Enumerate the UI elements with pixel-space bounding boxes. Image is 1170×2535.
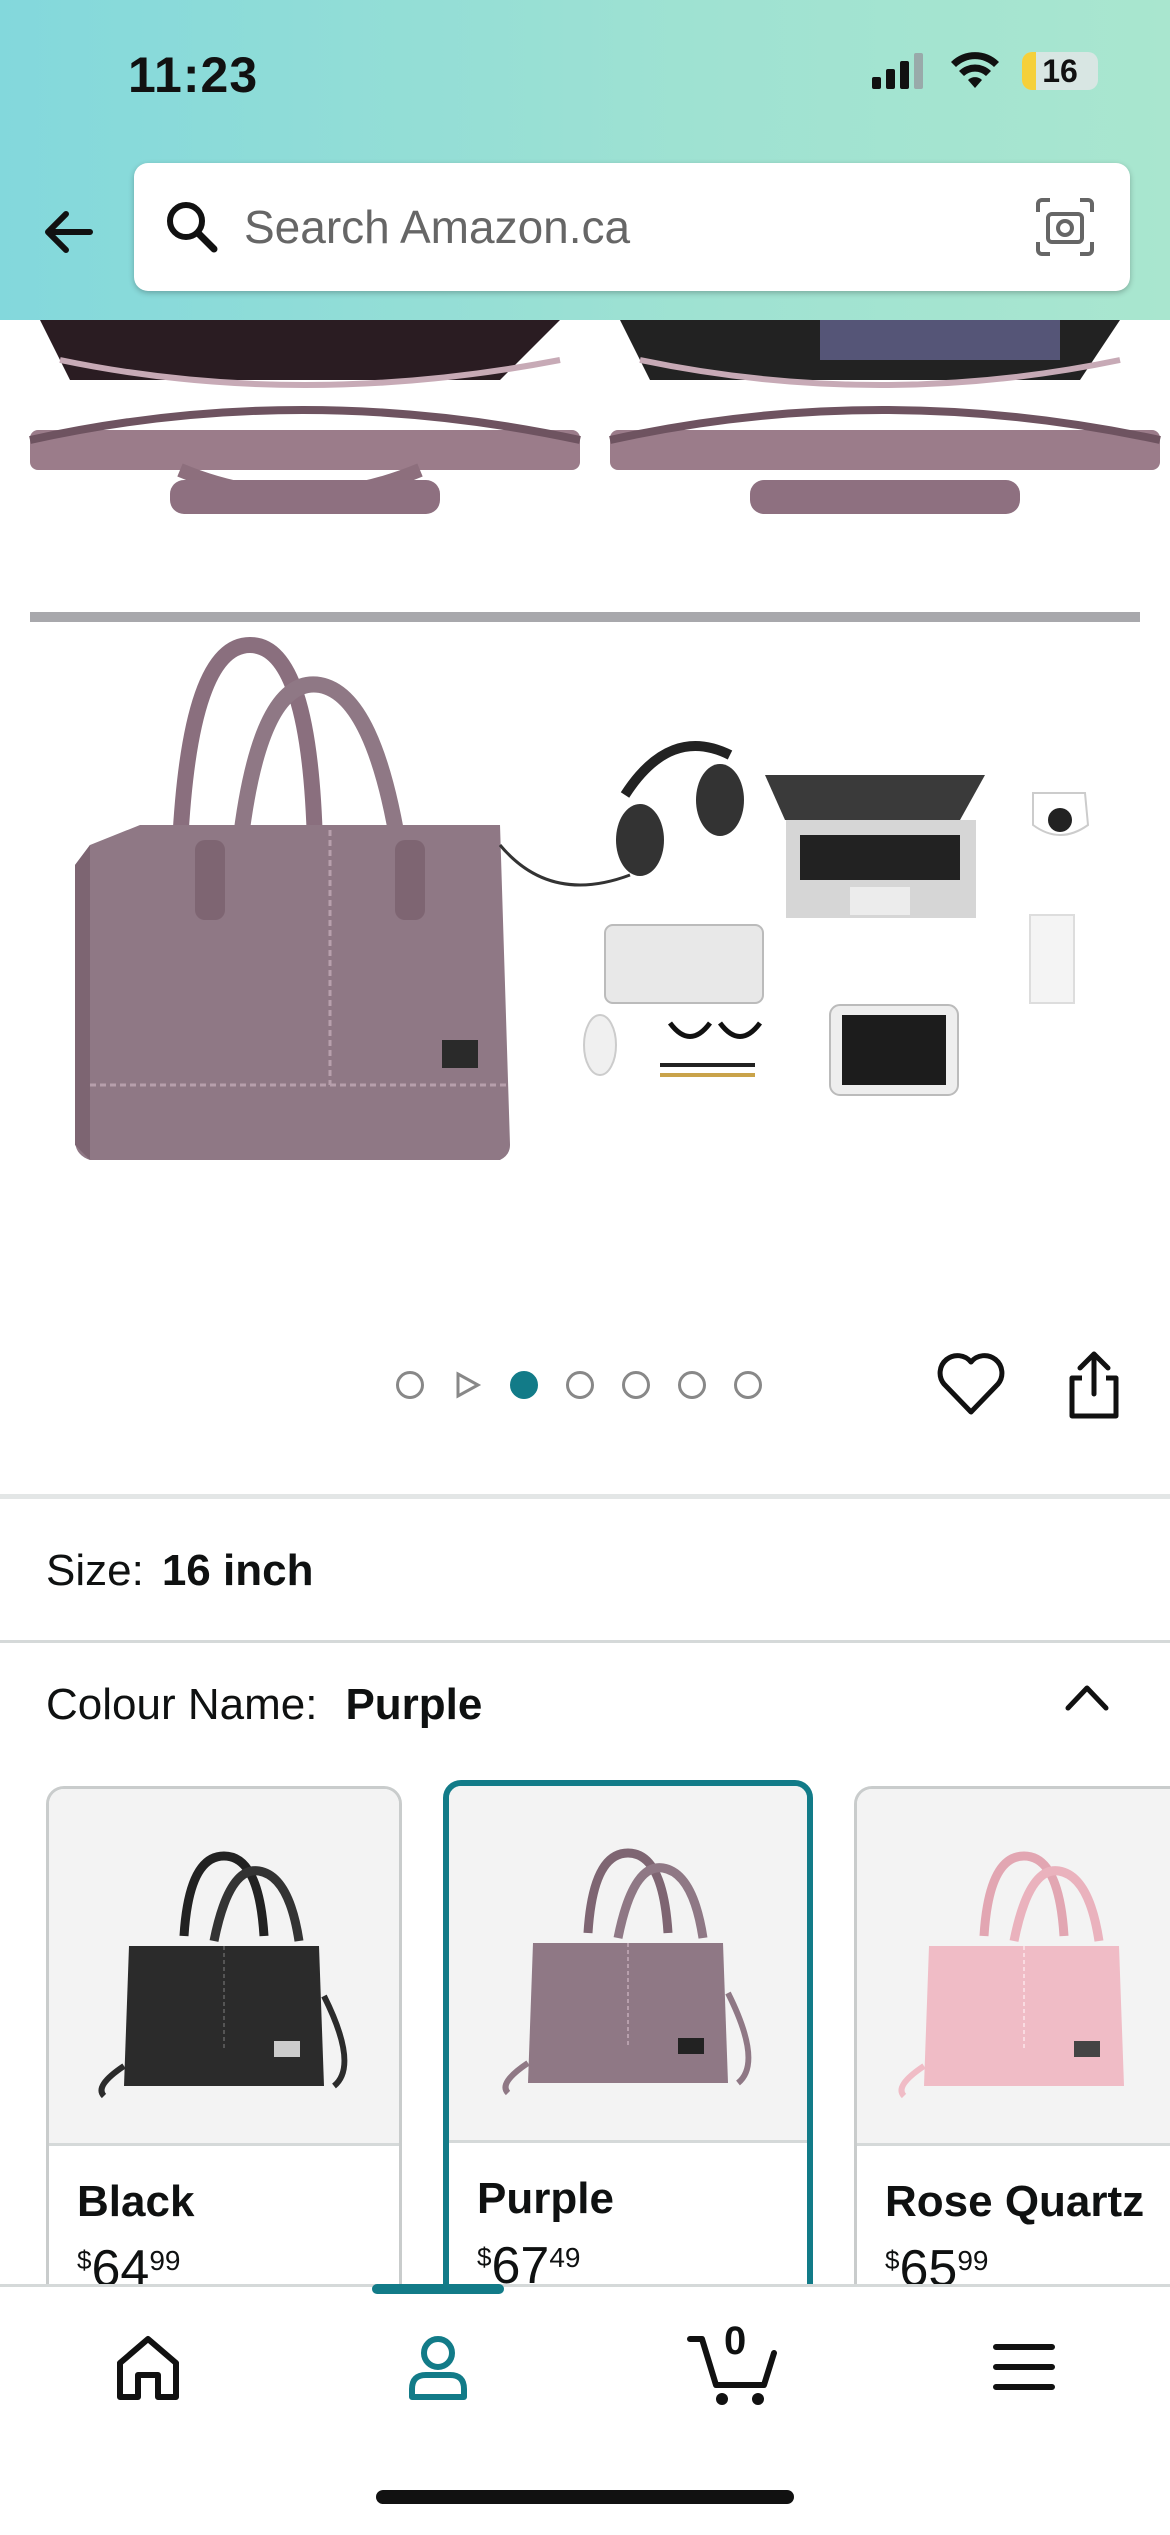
account-icon[interactable] <box>398 2327 478 2407</box>
section-divider <box>0 1640 1170 1643</box>
carousel-dots[interactable] <box>396 1370 762 1400</box>
carousel-dot[interactable] <box>622 1371 650 1399</box>
carousel-dot[interactable] <box>734 1371 762 1399</box>
carousel-dot[interactable] <box>566 1371 594 1399</box>
home-icon[interactable] <box>108 2327 188 2407</box>
wishlist-heart-icon[interactable] <box>936 1352 1006 1418</box>
search-icon <box>167 202 218 253</box>
search-bar[interactable] <box>134 163 1130 291</box>
video-play-icon[interactable] <box>452 1370 482 1400</box>
swatch-name: Rose Quartz <box>885 2177 1145 2226</box>
search-input[interactable] <box>242 199 1034 255</box>
cart-button[interactable]: 0 <box>686 2319 782 2409</box>
share-icon[interactable] <box>1062 1350 1126 1422</box>
swatch-image <box>857 1789 1170 2146</box>
camera-scan-icon[interactable] <box>1034 196 1096 258</box>
back-arrow-icon[interactable] <box>36 200 100 264</box>
colour-selector-header: Colour Name: Purple <box>46 1680 482 1730</box>
battery-indicator: 16 <box>1022 52 1098 90</box>
image-divider <box>30 612 1140 622</box>
carousel-dot-active[interactable] <box>510 1371 538 1399</box>
swatch-image <box>49 1789 399 2146</box>
status-time: 11:23 <box>128 47 259 103</box>
active-tab-indicator <box>372 2284 504 2294</box>
chevron-up-icon[interactable] <box>1062 1676 1112 1716</box>
size-label: Size: <box>46 1546 144 1595</box>
colour-value: Purple <box>345 1680 483 1729</box>
product-image-top-row <box>0 320 1170 550</box>
main-product-image[interactable] <box>30 625 1140 1325</box>
swatch-name: Black <box>77 2177 195 2226</box>
open-bag-images <box>29 320 1161 514</box>
carousel-dot[interactable] <box>396 1371 424 1399</box>
menu-icon[interactable] <box>984 2327 1064 2407</box>
size-selector[interactable]: Size: 16 inch <box>46 1546 313 1596</box>
carousel-dot[interactable] <box>678 1371 706 1399</box>
section-divider <box>0 1494 1170 1499</box>
cart-count: 0 <box>724 2319 747 2363</box>
colour-label: Colour Name: <box>46 1680 318 1729</box>
cellular-signal-icon <box>872 53 923 89</box>
size-value: 16 inch <box>161 1546 314 1595</box>
wifi-icon <box>951 52 999 88</box>
swatch-image <box>449 1786 807 2143</box>
status-icons: 16 <box>872 52 1098 90</box>
colour-swatch-rose-quartz[interactable]: Rose Quartz $6599 <box>854 1786 1170 2346</box>
colour-swatch-black[interactable]: Black $6499 <box>46 1786 402 2346</box>
swatch-name: Purple <box>477 2174 614 2223</box>
colour-swatch-purple[interactable]: Purple $6749 <box>443 1780 813 2340</box>
top-header: 11:23 16 <box>0 0 1170 320</box>
home-indicator <box>376 2490 794 2504</box>
